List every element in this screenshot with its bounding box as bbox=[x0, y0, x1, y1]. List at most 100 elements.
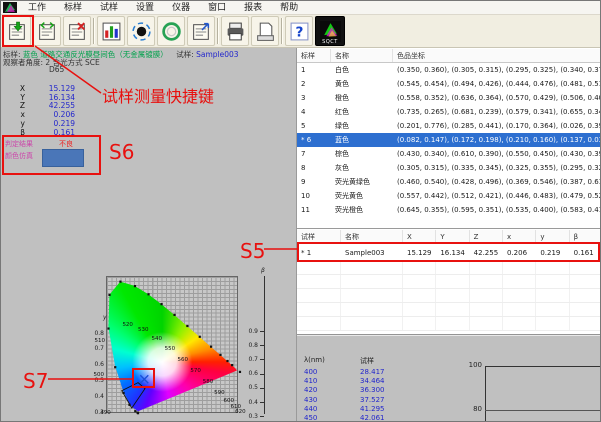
toolbar-separator bbox=[281, 18, 283, 44]
standards-row-1[interactable]: 1白色(0.350, 0.360), (0.305, 0.315), (0.29… bbox=[297, 63, 601, 77]
menu-item-试样[interactable]: 试样 bbox=[91, 1, 127, 15]
black-calibration-icon bbox=[131, 21, 152, 42]
chroma-y-tick: 0.4 bbox=[87, 393, 104, 400]
standards-header-名称: 名称 bbox=[331, 49, 393, 62]
black-calibration-button[interactable] bbox=[127, 16, 155, 46]
help-icon: ? bbox=[289, 21, 310, 42]
measurement-value-Y: 16.134 bbox=[35, 93, 75, 102]
annotation-s6-label: S6 bbox=[109, 140, 134, 164]
menu-item-工作[interactable]: 工作 bbox=[19, 1, 55, 15]
beta-tick-label: 0.6 bbox=[243, 370, 258, 377]
sample-header-Y: Y bbox=[436, 230, 469, 243]
reflectance-tick-100: 100 bbox=[462, 361, 482, 369]
standards-row-10[interactable]: 10荧光黄色(0.557, 0.442), (0.512, 0.421), (0… bbox=[297, 189, 601, 203]
measure-sample-button[interactable] bbox=[3, 16, 31, 46]
menu-item-标样[interactable]: 标样 bbox=[55, 1, 91, 15]
standards-header-色品坐标: 色品坐标 bbox=[393, 49, 601, 62]
beta-tick-mark bbox=[260, 374, 264, 375]
sample-row[interactable]: * 1Sample00315.12916.13442.2550.2060.219… bbox=[297, 244, 601, 261]
measurement-value-Z: 42.255 bbox=[35, 101, 75, 110]
export-record-button[interactable] bbox=[187, 16, 215, 46]
standards-row-4[interactable]: 4红色(0.735, 0.265), (0.681, 0.239), (0.57… bbox=[297, 105, 601, 119]
delete-record-icon bbox=[67, 21, 88, 42]
beta-tick-label: 0.8 bbox=[243, 342, 258, 349]
sample-header-名称: 名称 bbox=[341, 230, 403, 243]
toolbar-separator bbox=[93, 18, 95, 44]
measurement-value-y: 0.219 bbox=[35, 119, 75, 128]
spectral-cell: 440 bbox=[304, 405, 317, 413]
sample-header-β: β bbox=[570, 230, 601, 243]
browse-records-button[interactable] bbox=[33, 16, 61, 46]
right-panel: 标样名称色品坐标 1白色(0.350, 0.360), (0.305, 0.31… bbox=[296, 48, 601, 422]
menu-item-窗口[interactable]: 窗口 bbox=[199, 1, 235, 15]
sample-header-试样: 试样 bbox=[297, 230, 341, 243]
standards-row-11[interactable]: 11荧光橙色(0.645, 0.355), (0.595, 0.351), (0… bbox=[297, 203, 601, 217]
print-preview-icon bbox=[255, 21, 276, 42]
measurement-label-Y: Y bbox=[11, 93, 25, 102]
delete-record-button[interactable] bbox=[63, 16, 91, 46]
sample-header-X: X bbox=[403, 230, 436, 243]
sample-empty-row bbox=[297, 303, 601, 317]
chart-view-icon bbox=[101, 21, 122, 42]
print-button[interactable] bbox=[221, 16, 249, 46]
toolbar-separator bbox=[217, 18, 219, 44]
menu-item-帮助[interactable]: 帮助 bbox=[271, 1, 307, 15]
chart-view-button[interactable] bbox=[97, 16, 125, 46]
wavelength-label-510: 510 bbox=[95, 338, 106, 344]
spectral-cell: 28.417 bbox=[360, 368, 385, 376]
spectral-panel: λ(nm)试样40028.41741034.46442036.30043037.… bbox=[297, 334, 601, 422]
standards-row-8[interactable]: 8灰色(0.305, 0.315), (0.335, 0.345), (0.32… bbox=[297, 161, 601, 175]
annotation-shortcut-text: 试样测量快捷键 bbox=[102, 83, 214, 107]
menu-bar: 工作标样试样设置仪器窗口报表帮助 bbox=[1, 1, 601, 15]
beta-tick-mark bbox=[260, 388, 264, 389]
standards-row-6[interactable]: * 6蓝色(0.082, 0.147), (0.172, 0.198), (0.… bbox=[297, 133, 601, 147]
spectral-cell: 41.295 bbox=[360, 405, 385, 413]
menu-bar-items: 工作标样试样设置仪器窗口报表帮助 bbox=[19, 1, 307, 15]
help-button[interactable]: ? bbox=[285, 16, 313, 46]
print-preview-button[interactable] bbox=[251, 16, 279, 46]
sample-point-marker bbox=[140, 375, 148, 383]
spectral-cell: 420 bbox=[304, 386, 317, 394]
svg-text:?: ? bbox=[295, 24, 303, 40]
white-calibration-button[interactable] bbox=[157, 16, 185, 46]
beta-tick-mark bbox=[260, 416, 264, 417]
sample-label: 试样: bbox=[176, 50, 194, 59]
judgement-label: 判定结果 bbox=[5, 139, 33, 149]
standards-row-3[interactable]: 3橙色(0.558, 0.352), (0.636, 0.364), (0.57… bbox=[297, 91, 601, 105]
beta-tick-mark bbox=[260, 345, 264, 346]
menu-item-报表[interactable]: 报表 bbox=[235, 1, 271, 15]
color-simulation-swatch bbox=[42, 149, 84, 167]
spectral-cell: 410 bbox=[304, 377, 317, 385]
application-window: 工作标样试样设置仪器窗口报表帮助 ?SQCT 标样: 蓝色 道路交通反光膜昼间色… bbox=[0, 0, 601, 422]
standards-row-7[interactable]: 7棕色(0.430, 0.340), (0.610, 0.390), (0.55… bbox=[297, 147, 601, 161]
chromaticity-diagram bbox=[106, 276, 238, 413]
color-simulation-label: 颜色仿真 bbox=[5, 151, 33, 161]
chroma-y-tick: 0.6 bbox=[87, 361, 104, 368]
standards-row-5[interactable]: 5绿色(0.201, 0.776), (0.285, 0.441), (0.17… bbox=[297, 119, 601, 133]
spectral-cell: 34.464 bbox=[360, 377, 385, 385]
measure-sample-icon bbox=[7, 21, 28, 42]
standards-row-2[interactable]: 2黄色(0.545, 0.454), (0.494, 0.426), (0.44… bbox=[297, 77, 601, 91]
measurement-label-x: x bbox=[11, 110, 25, 119]
sample-header-y: y bbox=[536, 230, 569, 243]
chromaticity-overlay bbox=[107, 277, 239, 414]
menu-item-设置[interactable]: 设置 bbox=[127, 1, 163, 15]
measurement-label-X: X bbox=[11, 84, 25, 93]
white-calibration-icon bbox=[161, 21, 182, 42]
measurement-label-y: y bbox=[11, 119, 25, 128]
standards-row-9[interactable]: 9荧光黄绿色(0.460, 0.540), (0.428, 0.496), (0… bbox=[297, 175, 601, 189]
menu-item-仪器[interactable]: 仪器 bbox=[163, 1, 199, 15]
browse-records-icon bbox=[37, 21, 58, 42]
spectral-cell: 400 bbox=[304, 368, 317, 376]
standards-table: 标样名称色品坐标 1白色(0.350, 0.360), (0.305, 0.31… bbox=[297, 49, 601, 228]
beta-tick-label: 0.4 bbox=[243, 399, 258, 406]
sample-empty-row bbox=[297, 261, 601, 275]
beta-tick-label: 0.7 bbox=[243, 356, 258, 363]
spectral-header-0: λ(nm) bbox=[304, 356, 325, 364]
illuminant-label: D65 bbox=[49, 65, 64, 74]
print-icon bbox=[225, 21, 246, 42]
sqct-button[interactable]: SQCT bbox=[315, 16, 345, 46]
sample-table-header: 试样名称XYZxyβ bbox=[297, 230, 601, 244]
measurement-label-Z: Z bbox=[11, 101, 25, 110]
sample-empty-row bbox=[297, 289, 601, 303]
